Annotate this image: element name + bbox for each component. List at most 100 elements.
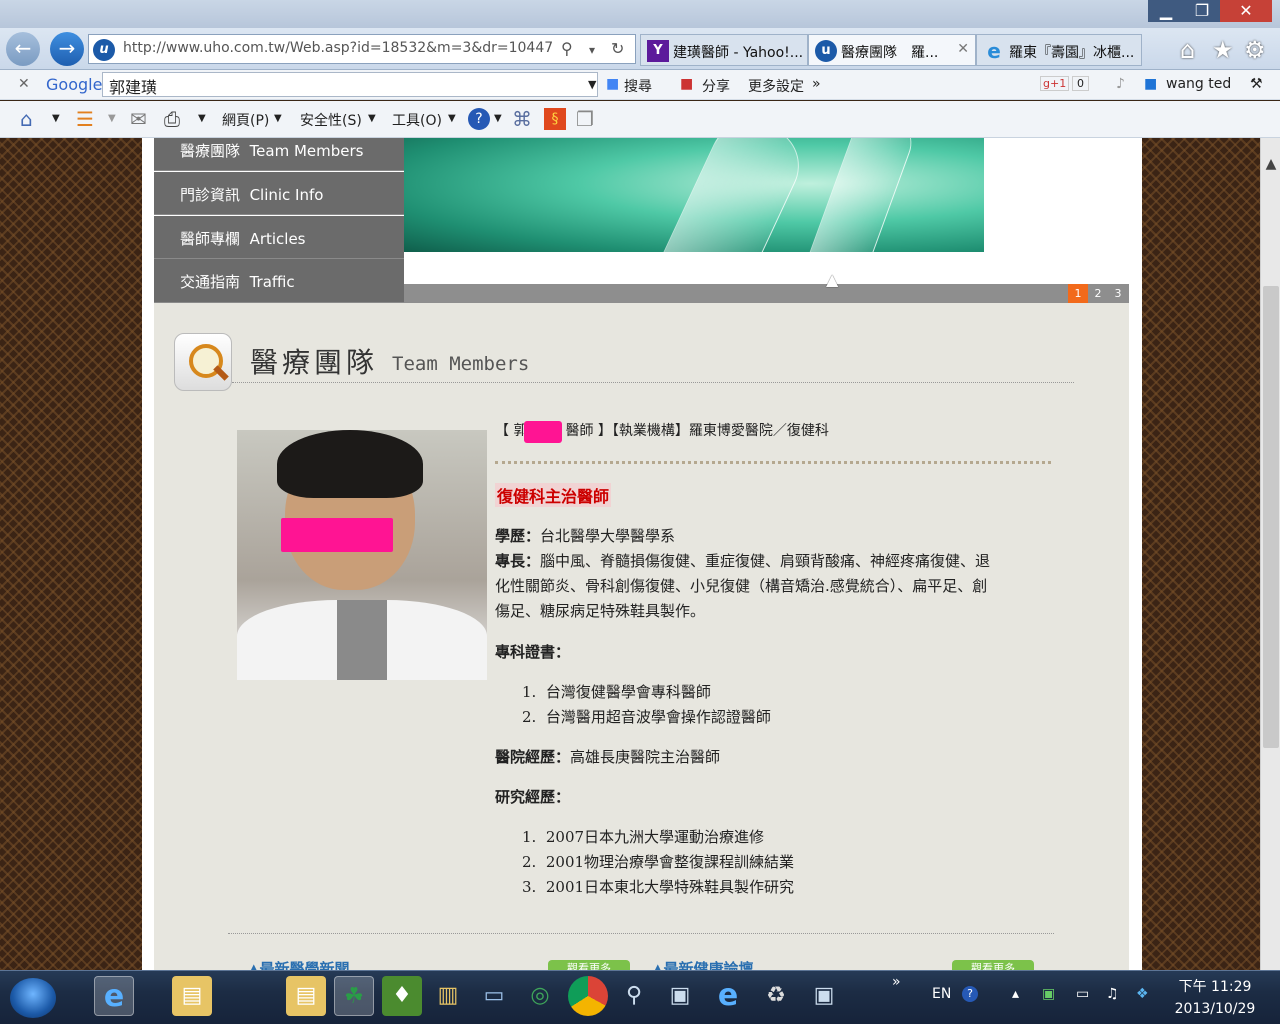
tab-yahoo[interactable]: Y 建璜醫師 - Yahoo!... xyxy=(640,34,808,66)
explorer-taskbar-icon[interactable]: ▤ xyxy=(286,976,326,1016)
google-toolbar: ✕ Google 郭建璜 ▼ ■ 搜尋 ■ 分享 更多設定 » g+1 0 ♪ … xyxy=(0,70,1280,100)
google-search-input[interactable]: 郭建璜 xyxy=(102,72,598,97)
language-indicator[interactable]: EN xyxy=(932,986,951,1002)
computer-taskbar-icon[interactable]: ▭ xyxy=(474,976,514,1016)
clock-date: 2013/10/29 xyxy=(1174,1001,1256,1017)
latest-news-link[interactable]: ▲最新醫學新聞 xyxy=(248,958,350,970)
address-bar[interactable]: u http://www.uho.com.tw/Web.asp?id=18532… xyxy=(88,34,636,64)
tray-overflow-icon[interactable]: » xyxy=(892,974,901,990)
research-label: 研究經歷： xyxy=(495,788,571,806)
tab-team-members[interactable]: u 醫療團隊 羅... ✕ xyxy=(808,34,976,66)
chevron-down-icon[interactable]: ▼ xyxy=(52,113,60,124)
refresh-icon[interactable]: ↻ xyxy=(611,39,624,58)
slide-dot-1[interactable]: 1 xyxy=(1068,284,1088,303)
toolbar-close-icon[interactable]: ✕ xyxy=(18,76,30,92)
nav-articles[interactable]: 醫師專欄 Articles xyxy=(154,216,404,259)
tools-menu[interactable]: 工具(O) xyxy=(392,110,442,130)
dropbox-icon[interactable]: ❖ xyxy=(1136,986,1149,1002)
favorites-star-icon[interactable]: ★ xyxy=(1212,36,1234,64)
nav-clinic-info[interactable]: 門診資訊 Clinic Info xyxy=(154,172,404,215)
slide-dot-2[interactable]: 2 xyxy=(1088,284,1108,303)
cert-item: 台灣醫用超音波學會操作認證醫師 xyxy=(545,708,771,726)
tab-label: 羅東『壽園』冰櫃... xyxy=(1009,45,1135,61)
vertical-scrollbar[interactable]: ▲ xyxy=(1260,138,1280,970)
show-hidden-icons-icon[interactable]: ▴ xyxy=(1012,986,1019,1002)
home-icon[interactable]: ⌂ xyxy=(20,107,33,131)
help-icon[interactable]: ? xyxy=(468,108,490,130)
folder-taskbar-icon[interactable]: ▤ xyxy=(172,976,212,1016)
hospital-value: 高雄長庚醫院主治醫師 xyxy=(570,748,721,766)
more-forum-button[interactable]: 觀看更多 xyxy=(952,960,1034,970)
more-news-button[interactable]: 觀看更多 xyxy=(548,960,630,970)
address-url[interactable]: http://www.uho.com.tw/Web.asp?id=18532&m… xyxy=(123,40,553,56)
minimize-button[interactable]: ▁ xyxy=(1148,0,1184,22)
user-name[interactable]: wang ted xyxy=(1166,76,1231,92)
rss-feed-icon[interactable]: ☰ xyxy=(76,107,94,131)
forward-button[interactable]: → xyxy=(50,32,84,66)
start-button[interactable] xyxy=(10,978,56,1018)
safety-menu[interactable]: 安全性(S) xyxy=(300,110,362,130)
share-button[interactable]: 分享 xyxy=(702,76,730,96)
research-icon[interactable]: ⌘ xyxy=(512,107,532,131)
search-taskbar-icon[interactable]: ⚲ xyxy=(614,976,654,1016)
close-window-button[interactable]: ✕ xyxy=(1220,0,1272,22)
chevron-down-icon[interactable]: ▼ xyxy=(368,113,376,124)
copy-icon[interactable]: ❐ xyxy=(576,107,594,131)
google-search-button[interactable]: 搜尋 xyxy=(624,76,652,96)
chevron-down-icon[interactable]: ▼ xyxy=(198,113,206,124)
mouse-cursor-icon: ▲ xyxy=(826,270,839,289)
evernote-taskbar-icon[interactable]: ♦ xyxy=(382,976,422,1016)
ie-pinned-taskbar-icon[interactable]: e xyxy=(708,976,748,1016)
banner-image xyxy=(404,138,984,252)
volume-icon[interactable]: ♫ xyxy=(1106,986,1119,1002)
ie-taskbar-icon[interactable]: e xyxy=(94,976,134,1016)
user-folder-taskbar-icon[interactable]: ▥ xyxy=(428,976,468,1016)
settings-gear-icon[interactable]: ⚙ xyxy=(1244,36,1266,64)
home-icon[interactable]: ⌂ xyxy=(1180,36,1195,64)
scroll-thumb[interactable] xyxy=(1263,286,1279,748)
chevron-down-icon[interactable]: ▼ xyxy=(448,113,456,124)
chevron-down-icon[interactable]: ▼ xyxy=(494,113,502,124)
app-taskbar-icon[interactable]: ☘ xyxy=(334,976,374,1016)
maximize-button[interactable]: ❐ xyxy=(1184,0,1220,22)
help-tray-icon[interactable]: ? xyxy=(962,986,978,1002)
heading-prefix: 【 郭 xyxy=(495,423,528,439)
back-button[interactable]: ← xyxy=(6,32,40,66)
latest-forum-link[interactable]: ▲最新健康論壇 xyxy=(652,958,754,970)
address-dropdown-icon[interactable]: ▾ xyxy=(589,43,595,57)
clock-time: 下午 11:29 xyxy=(1178,979,1252,995)
more-settings-button[interactable]: 更多設定 xyxy=(748,76,804,96)
network-tray-icon[interactable]: ▭ xyxy=(1076,986,1089,1002)
chevron-down-icon[interactable]: ▼ xyxy=(108,113,116,124)
nav-label-en: Articles xyxy=(249,230,306,248)
shield-tray-icon[interactable]: ▣ xyxy=(1042,986,1055,1002)
network-taskbar-icon[interactable]: ◎ xyxy=(520,976,560,1016)
scroll-up-icon[interactable]: ▲ xyxy=(1261,156,1280,172)
tab-close-icon[interactable]: ✕ xyxy=(957,41,969,57)
clock[interactable]: 下午 11:29 2013/10/29 xyxy=(1170,976,1260,1020)
nav-traffic[interactable]: 交通指南 Traffic xyxy=(154,259,404,303)
list-item: 1. 台灣復健醫學會專科醫師 xyxy=(522,683,711,701)
monitor-taskbar-icon[interactable]: ▣ xyxy=(804,976,844,1016)
recycle-bin-taskbar-icon[interactable]: ♻ xyxy=(756,976,796,1016)
page-menu[interactable]: 網頁(P) xyxy=(222,110,269,130)
bell-icon[interactable]: ♪ xyxy=(1116,76,1125,92)
wrench-icon[interactable]: ⚒ xyxy=(1250,76,1263,92)
test-tube-shape xyxy=(645,138,813,252)
chevron-down-icon[interactable]: ▼ xyxy=(274,113,282,124)
chevron-right-icon[interactable]: » xyxy=(812,76,821,92)
plus-one-icon[interactable]: g+1 xyxy=(1040,76,1070,91)
nav-label-zh: 門診資訊 xyxy=(180,186,241,204)
tab-shouyuan[interactable]: e 羅東『壽園』冰櫃... xyxy=(976,34,1142,66)
chrome-taskbar-icon[interactable] xyxy=(568,976,608,1016)
search-icon[interactable]: ⚲ xyxy=(561,39,573,58)
magnifier-icon xyxy=(174,333,232,391)
addon-icon[interactable]: § xyxy=(544,108,566,130)
print-icon[interactable]: ⎙ xyxy=(164,107,180,131)
nav-team-members[interactable]: 醫療團隊 Team Members xyxy=(154,138,404,171)
slide-dot-3[interactable]: 3 xyxy=(1108,284,1128,303)
remote-taskbar-icon[interactable]: ▣ xyxy=(660,976,700,1016)
mail-icon[interactable]: ✉ xyxy=(130,107,147,131)
user-avatar-icon: ■ xyxy=(1144,76,1158,92)
search-dropdown-icon[interactable]: ▼ xyxy=(588,78,596,91)
